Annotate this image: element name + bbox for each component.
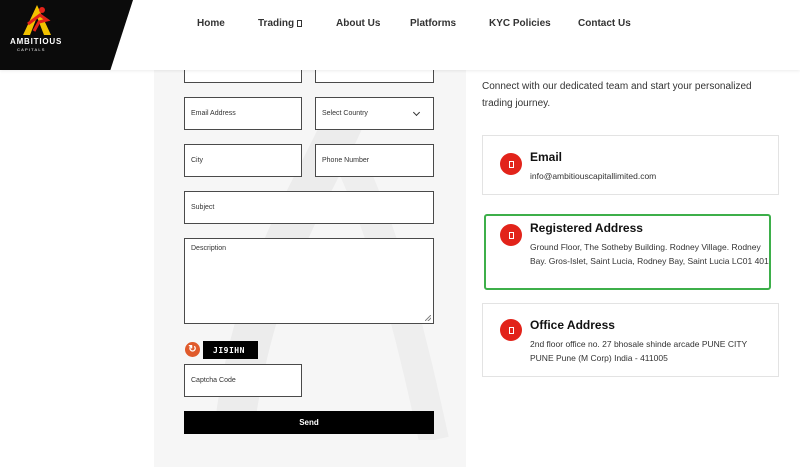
contact-intro: Connect with our dedicated team and star…	[482, 81, 752, 109]
refresh-captcha-icon[interactable]: ↻	[185, 342, 200, 357]
nav-trading-label: Trading	[258, 18, 295, 29]
office-address-text: 2nd floor office no. 27 bhosale shinde a…	[530, 339, 748, 363]
country-select-label: Select Country	[322, 110, 368, 117]
country-select[interactable]: Select Country	[315, 97, 434, 130]
registered-address-card: Registered Address Ground Floor, The Sot…	[484, 214, 771, 290]
logo-icon	[23, 5, 51, 35]
captcha-input[interactable]: Captcha Code	[184, 364, 302, 397]
nav-home[interactable]: Home	[197, 18, 225, 29]
registered-address-text: Ground Floor, The Sotheby Building. Rodn…	[530, 242, 769, 266]
registered-address-title: Registered Address	[530, 221, 643, 235]
email-input[interactable]: Email Address	[184, 97, 302, 130]
phone-input[interactable]: Phone Number	[315, 144, 434, 177]
brand-sub: CAPITALS	[17, 47, 46, 52]
email-value[interactable]: info@ambitiouscapitallimited.com	[530, 169, 770, 183]
email-card: Email info@ambitiouscapitallimited.com	[482, 135, 779, 195]
office-address-card: Office Address 2nd floor office no. 27 b…	[482, 303, 779, 377]
site-header: AMBITIOUS CAPITALS Home Trading About Us…	[0, 0, 800, 70]
description-textarea[interactable]: Description	[184, 238, 434, 324]
location-icon	[500, 224, 522, 246]
nav-platforms[interactable]: Platforms	[410, 18, 456, 29]
logo[interactable]: AMBITIOUS CAPITALS	[0, 0, 133, 70]
chevron-down-icon	[412, 108, 421, 117]
brand-name: AMBITIOUS	[10, 37, 63, 46]
nav-about[interactable]: About Us	[336, 18, 380, 29]
description-placeholder: Description	[191, 245, 227, 252]
nav-contact[interactable]: Contact Us	[578, 18, 631, 29]
office-address-title: Office Address	[530, 318, 615, 332]
city-input[interactable]: City	[184, 144, 302, 177]
resize-handle-icon[interactable]	[425, 315, 431, 321]
email-icon	[500, 153, 522, 175]
nav-kyc[interactable]: KYC Policies	[489, 18, 551, 29]
dropdown-icon	[297, 20, 303, 27]
subject-input[interactable]: Subject	[184, 191, 434, 224]
office-icon	[500, 319, 522, 341]
captcha-image: JI9IHN	[203, 341, 258, 359]
email-title: Email	[530, 150, 563, 164]
send-button[interactable]: Send	[184, 411, 434, 434]
nav-trading[interactable]: Trading	[258, 18, 303, 29]
